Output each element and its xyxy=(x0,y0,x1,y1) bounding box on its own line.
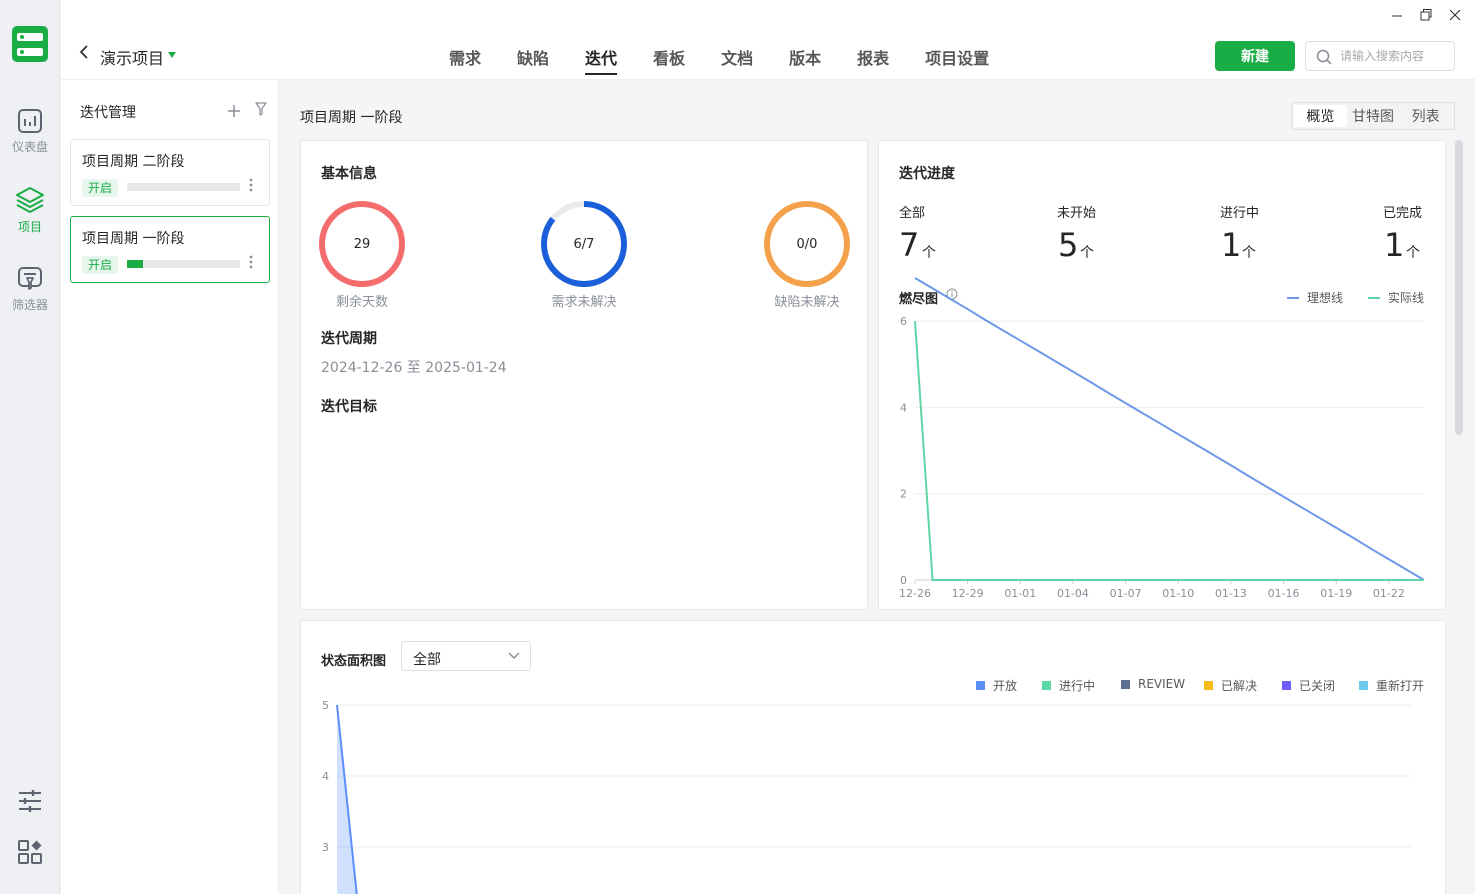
tab-kanban[interactable]: 看板 xyxy=(653,44,685,75)
view-switch: 概览 甘特图 列表 xyxy=(1291,102,1455,130)
ideal-line xyxy=(914,277,1425,581)
tab-docs[interactable]: 文档 xyxy=(721,44,753,75)
burndown-chart: 0 2 4 6 12-26 12-29 01-01 01-04 01-07 01-10 01-13 0… xyxy=(899,277,1425,600)
x-tick-label: 01-10 xyxy=(1162,587,1194,600)
settings-sliders-icon[interactable] xyxy=(17,789,43,817)
layers-icon xyxy=(16,187,44,213)
search-input[interactable] xyxy=(1340,47,1448,65)
legend-reopened: 重新打开 xyxy=(1359,677,1424,694)
iteration-goal-title: 迭代目标 xyxy=(321,399,377,415)
search-box xyxy=(1305,41,1455,71)
iteration-progress-bar xyxy=(127,183,240,191)
iteration-card[interactable]: 项目周期 二阶段 开启 xyxy=(70,139,270,206)
app-logo-icon[interactable] xyxy=(12,26,48,62)
view-list-button[interactable]: 列表 xyxy=(1399,105,1452,127)
status-badge: 开启 xyxy=(82,256,119,274)
x-tick-label: 01-22 xyxy=(1373,587,1405,600)
apps-grid-icon[interactable] xyxy=(18,840,42,868)
rail-item-label: 仪表盘 xyxy=(11,140,48,154)
y-tick-label: 6 xyxy=(900,315,907,328)
left-rail: 仪表盘 项目 筛选器 xyxy=(0,0,60,894)
iteration-name: 项目周期 一阶段 xyxy=(82,231,185,247)
rail-item-label: 项目 xyxy=(17,220,42,234)
x-tick-label: 01-13 xyxy=(1215,587,1247,600)
tab-project-settings[interactable]: 项目设置 xyxy=(925,44,989,75)
x-tick-label: 12-29 xyxy=(952,587,984,600)
more-vertical-icon[interactable] xyxy=(249,178,253,197)
legend-open: 开放 xyxy=(976,677,1017,694)
search-icon xyxy=(1316,49,1332,65)
iteration-period-value: 2024-12-26 至 2025-01-24 xyxy=(321,360,507,376)
y-tick-label: 2 xyxy=(900,488,907,501)
new-button[interactable]: 新建 xyxy=(1215,41,1295,71)
ring-value-defects: 0/0 xyxy=(796,237,818,252)
status-filter-select[interactable]: 全部 xyxy=(401,641,531,671)
progress-card: 迭代进度 全部 7 个 未开始 5 个 进行中 1 个 已完成 1 个 燃尽图 … xyxy=(878,140,1446,610)
breadcrumb: 项目周期 一阶段 xyxy=(300,110,403,126)
tab-versions[interactable]: 版本 xyxy=(789,44,821,75)
ring-label-defects: 缺陷未解决 xyxy=(774,295,840,310)
ring-label-requirements: 需求未解决 xyxy=(551,295,617,310)
x-tick-label: 01-19 xyxy=(1320,587,1352,600)
y-tick-label: 0 xyxy=(900,574,907,587)
legend-in-progress: 进行中 xyxy=(1042,677,1095,694)
add-iteration-icon[interactable] xyxy=(227,98,241,123)
legend-resolved: 已解决 xyxy=(1204,677,1257,694)
ring-value-requirements: 6/7 xyxy=(573,237,595,252)
legend-closed: 已关闭 xyxy=(1282,677,1335,694)
view-gantt-button[interactable]: 甘特图 xyxy=(1347,105,1400,127)
legend-review: REVIEW xyxy=(1121,677,1185,691)
iteration-filter-icon[interactable] xyxy=(255,102,267,120)
project-caret-down-icon[interactable] xyxy=(168,52,176,58)
dashboard-icon xyxy=(18,109,42,133)
filter-icon xyxy=(18,267,42,290)
iteration-name: 项目周期 二阶段 xyxy=(82,154,185,170)
main-scrollbar[interactable] xyxy=(1455,140,1463,435)
ring-value-days: 29 xyxy=(353,237,371,252)
top-bar: 演示项目 需求 缺陷 迭代 看板 文档 版本 报表 项目设置 新建 xyxy=(61,0,1475,80)
iteration-card[interactable]: 项目周期 一阶段 开启 xyxy=(70,216,270,283)
y-tick-label: 4 xyxy=(322,770,329,783)
x-tick-label: 01-16 xyxy=(1268,587,1300,600)
ring-label-days: 剩余天数 xyxy=(335,295,388,310)
x-tick-label: 01-04 xyxy=(1057,587,1089,600)
tab-iterations[interactable]: 迭代 xyxy=(585,44,618,75)
restore-icon[interactable] xyxy=(1420,8,1432,27)
tab-requirements[interactable]: 需求 xyxy=(449,44,481,75)
x-tick-label: 12-26 xyxy=(899,587,931,600)
main-tabs: 需求 缺陷 迭代 看板 文档 版本 报表 项目设置 xyxy=(449,44,1025,75)
rail-item-label: 筛选器 xyxy=(11,298,48,312)
rail-item-filter[interactable]: 筛选器 xyxy=(0,266,60,322)
basic-info-card: 基本信息 29 剩余天数 6/7 需求未解决 0/0 缺陷未解决 迭代周期 20… xyxy=(300,140,868,610)
x-tick-label: 01-01 xyxy=(1004,587,1036,600)
tab-reports[interactable]: 报表 xyxy=(857,44,889,75)
rail-item-project[interactable]: 项目 xyxy=(0,186,60,242)
status-badge: 开启 xyxy=(82,179,119,197)
y-tick-label: 5 xyxy=(322,699,329,712)
back-chevron-icon[interactable] xyxy=(79,44,89,64)
status-filter-value: 全部 xyxy=(413,652,441,668)
chevron-down-icon xyxy=(508,652,520,660)
y-tick-label: 3 xyxy=(322,841,329,854)
actual-line xyxy=(914,321,1424,581)
tab-defects[interactable]: 缺陷 xyxy=(517,44,549,75)
x-tick-label: 01-07 xyxy=(1110,587,1142,600)
rail-item-dashboard[interactable]: 仪表盘 xyxy=(0,108,60,164)
more-vertical-icon[interactable] xyxy=(249,255,253,274)
iteration-panel-title: 迭代管理 xyxy=(80,105,136,121)
minimize-icon[interactable] xyxy=(1391,8,1403,27)
iteration-period-title: 迭代周期 xyxy=(321,331,377,347)
iteration-panel: 迭代管理 项目周期 二阶段 开启 项目周期 一阶段 开启 xyxy=(61,80,279,894)
iteration-progress-bar xyxy=(127,260,240,268)
project-name[interactable]: 演示项目 xyxy=(100,45,164,69)
y-tick-label: 4 xyxy=(900,401,907,414)
view-overview-button[interactable]: 概览 xyxy=(1294,105,1347,127)
close-icon[interactable] xyxy=(1449,8,1461,27)
